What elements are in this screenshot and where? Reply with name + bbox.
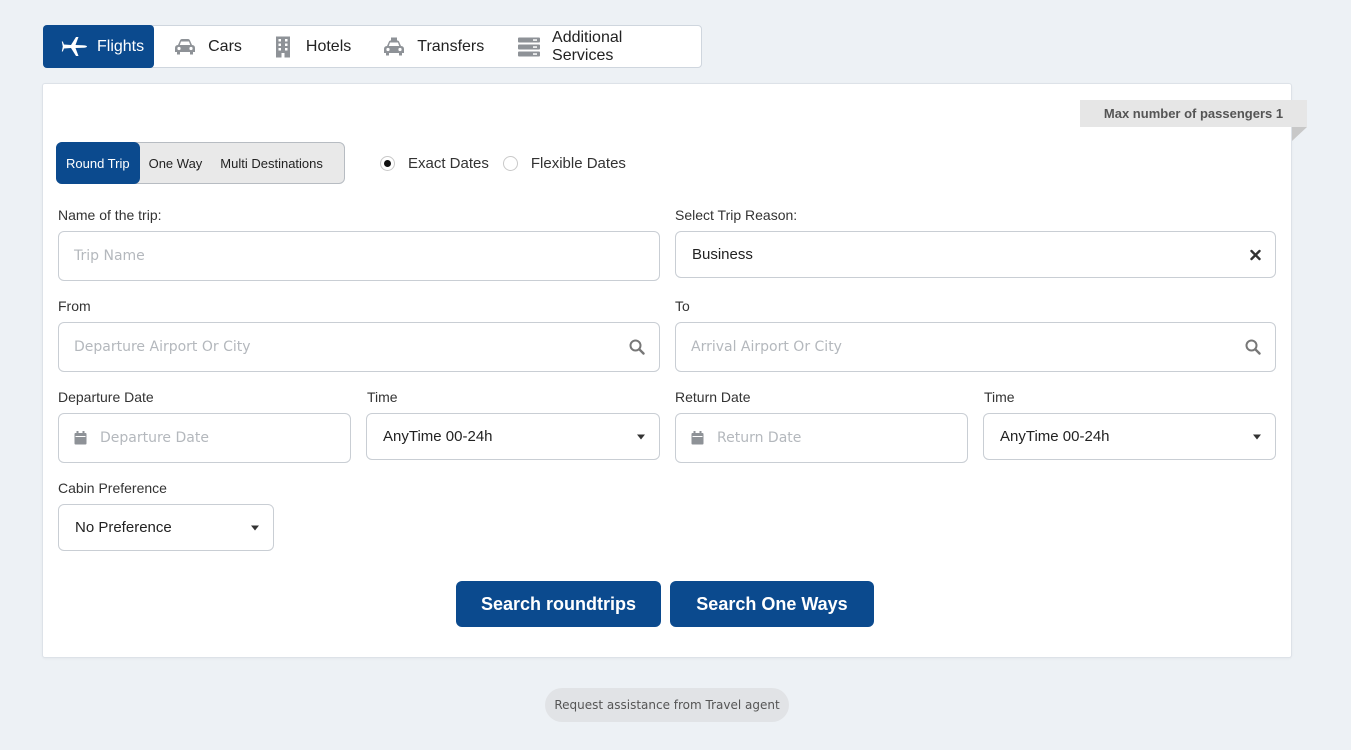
tab-cars[interactable]: Cars (154, 26, 256, 67)
trip-name-placeholder: Trip Name (74, 248, 145, 264)
server-icon (516, 36, 542, 58)
date-mode-radios: Exact Dates Flexible Dates (380, 152, 626, 174)
return-time-label: Time (984, 389, 1015, 405)
cabin-preference-value: No Preference (75, 519, 172, 536)
building-icon (270, 36, 296, 58)
departure-airport-input[interactable]: Departure Airport Or City (58, 322, 660, 372)
departure-airport-placeholder: Departure Airport Or City (74, 339, 251, 355)
tab-additional-services-label: Additional Services (552, 28, 623, 64)
calendar-icon (74, 431, 87, 445)
return-date-input[interactable]: Return Date (675, 413, 968, 463)
departure-time-value: AnyTime 00-24h (383, 428, 493, 445)
exact-dates-option[interactable]: Exact Dates (380, 155, 489, 172)
trip-reason-value: Business (692, 246, 753, 263)
from-label: From (58, 298, 91, 314)
arrival-airport-placeholder: Arrival Airport Or City (691, 339, 842, 355)
max-passengers-badge: Max number of passengers 1 (1080, 100, 1307, 127)
clear-icon[interactable] (1250, 249, 1261, 260)
to-label: To (675, 298, 690, 314)
taxi-icon (381, 36, 407, 58)
return-time-value: AnyTime 00-24h (1000, 428, 1110, 445)
trip-reason-select[interactable]: Business (675, 231, 1276, 278)
search-roundtrips-button[interactable]: Search roundtrips (456, 581, 661, 627)
return-date-placeholder: Return Date (717, 430, 802, 446)
chevron-down-icon (1253, 434, 1261, 439)
trip-type-round-trip[interactable]: Round Trip (56, 142, 140, 184)
exact-dates-label: Exact Dates (408, 154, 489, 172)
plane-icon (61, 36, 87, 58)
service-tabs: Flights Cars Hotels Transfers Additional… (43, 25, 702, 68)
exact-dates-radio[interactable] (380, 155, 395, 171)
tab-flights[interactable]: Flights (43, 25, 155, 68)
car-icon (172, 36, 198, 58)
flexible-dates-radio[interactable] (502, 155, 518, 171)
tab-additional-services[interactable]: Additional Services (498, 26, 701, 67)
trip-name-label: Name of the trip: (58, 207, 162, 223)
tab-hotels-label: Hotels (305, 37, 352, 55)
tab-transfers-label: Transfers (417, 37, 485, 55)
search-icon (629, 339, 645, 355)
return-time-select[interactable]: AnyTime 00-24h (983, 413, 1276, 460)
departure-date-label: Departure Date (58, 389, 154, 405)
trip-reason-label: Select Trip Reason: (675, 207, 798, 223)
flexible-dates-option[interactable]: Flexible Dates (502, 154, 626, 172)
request-assistance-button[interactable]: Request assistance from Travel agent (545, 688, 789, 722)
tab-cars-label: Cars (208, 37, 242, 55)
search-one-ways-button[interactable]: Search One Ways (670, 581, 874, 627)
departure-date-input[interactable]: Departure Date (58, 413, 351, 463)
badge-fold (1292, 127, 1307, 141)
trip-type-one-way[interactable]: One Way (140, 143, 212, 183)
chevron-down-icon (251, 525, 259, 530)
trip-name-input[interactable]: Trip Name (58, 231, 660, 281)
trip-type-selector: Round Trip One Way Multi Destinations (56, 142, 345, 184)
cabin-preference-select[interactable]: No Preference (58, 504, 274, 551)
departure-time-select[interactable]: AnyTime 00-24h (366, 413, 660, 460)
flexible-dates-label: Flexible Dates (530, 154, 626, 172)
departure-date-placeholder: Departure Date (100, 430, 209, 446)
calendar-icon (691, 431, 704, 445)
arrival-airport-input[interactable]: Arrival Airport Or City (675, 322, 1276, 372)
tab-hotels[interactable]: Hotels (256, 26, 365, 67)
tab-transfers[interactable]: Transfers (365, 26, 498, 67)
departure-time-label: Time (367, 389, 398, 405)
search-icon (1245, 339, 1261, 355)
chevron-down-icon (637, 434, 645, 439)
return-date-label: Return Date (675, 389, 751, 405)
cabin-preference-label: Cabin Preference (58, 480, 167, 496)
trip-type-multi-destinations[interactable]: Multi Destinations (211, 143, 332, 183)
tab-flights-label: Flights (97, 37, 145, 55)
